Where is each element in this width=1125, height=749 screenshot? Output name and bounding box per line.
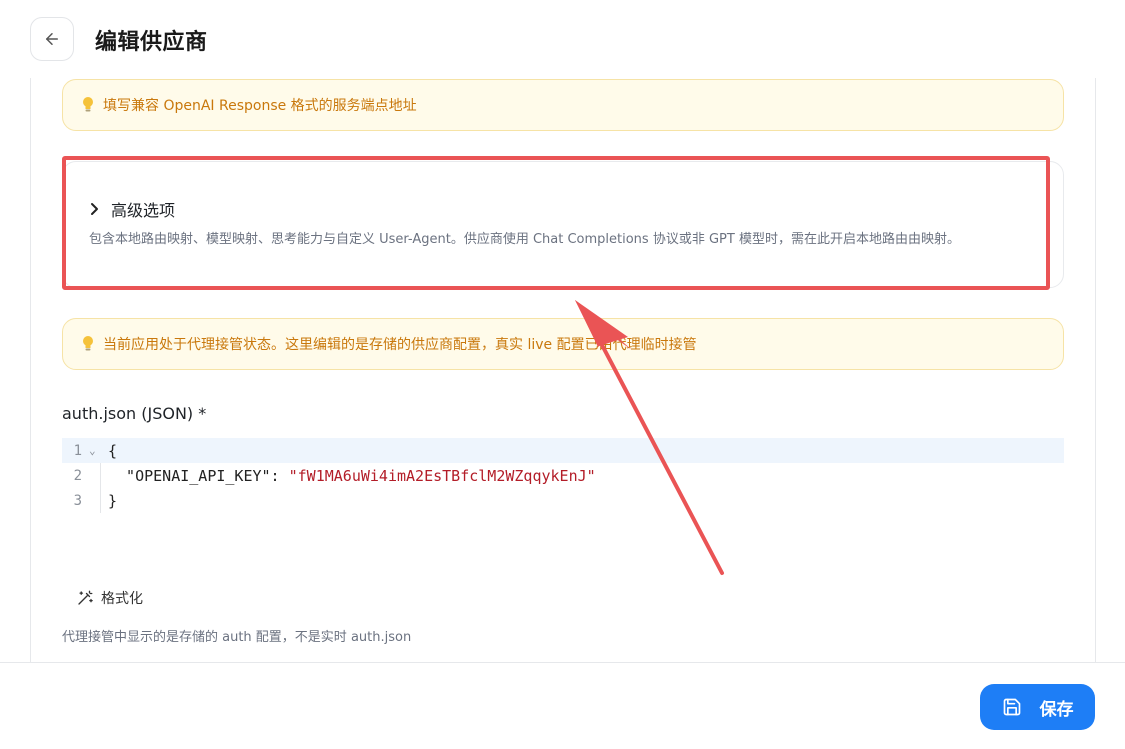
- footer-bar: 保存: [0, 662, 1125, 749]
- endpoint-hint-notice: 填写兼容 OpenAI Response 格式的服务端点地址: [62, 79, 1064, 131]
- line-number: 3: [73, 492, 82, 509]
- proxy-status-text: 当前应用处于代理接管状态。这里编辑的是存储的供应商配置，真实 live 配置已由…: [103, 337, 697, 353]
- line-number: 1 ⌄: [73, 442, 96, 459]
- auth-json-label: auth.json (JSON) *: [62, 404, 207, 423]
- code-line[interactable]: 1 ⌄ {: [62, 438, 1064, 463]
- arrow-left-icon: [46, 33, 58, 45]
- advanced-options-title: 高级选项: [111, 201, 176, 220]
- back-button[interactable]: [30, 17, 74, 61]
- advanced-options-description: 包含本地路由映射、模型映射、思考能力与自定义 User-Agent。供应商使用 …: [89, 232, 960, 247]
- floppy-disk-icon: [1003, 698, 1020, 716]
- format-button-label: 格式化: [101, 591, 143, 607]
- code-text: "OPENAI_API_KEY": "fW1MA6uWi4imA2EsTBfcl…: [102, 467, 596, 485]
- code-text: {: [108, 441, 118, 460]
- advanced-options-panel[interactable]: 高级选项 包含本地路由映射、模型映射、思考能力与自定义 User-Agent。供…: [62, 161, 1064, 288]
- line-number: 2: [73, 467, 82, 484]
- code-text: }: [108, 491, 118, 510]
- save-button-label: 保存: [1039, 699, 1074, 720]
- format-button[interactable]: 格式化: [76, 588, 143, 608]
- page-header: 编辑供应商: [0, 0, 1125, 78]
- endpoint-hint-text: 填写兼容 OpenAI Response 格式的服务端点地址: [103, 98, 417, 114]
- advanced-options-toggle[interactable]: 高级选项: [89, 197, 175, 221]
- lightbulb-icon: [83, 336, 93, 351]
- lightbulb-icon: [83, 97, 93, 112]
- page-title: 编辑供应商: [95, 30, 208, 55]
- json-key: "OPENAI_API_KEY":: [108, 466, 289, 485]
- fold-chevron-icon[interactable]: ⌄: [89, 444, 96, 457]
- auth-json-editor[interactable]: 1 ⌄ { 2 "OPENAI_API_KEY": "fW1MA6uWi4imA…: [62, 438, 1064, 518]
- json-string-value: "fW1MA6uWi4imA2EsTBfclM2WZqqykEnJ": [288, 466, 596, 485]
- proxy-status-notice: 当前应用处于代理接管状态。这里编辑的是存储的供应商配置，真实 live 配置已由…: [62, 318, 1064, 370]
- magic-wand-icon: [78, 590, 93, 605]
- code-line[interactable]: 3 }: [62, 488, 1064, 513]
- form-content[interactable]: 填写兼容 OpenAI Response 格式的服务端点地址 高级选项 包含本地…: [30, 78, 1096, 663]
- code-line[interactable]: 2 "OPENAI_API_KEY": "fW1MA6uWi4imA2EsTBf…: [62, 463, 1064, 488]
- chevron-right-icon: [91, 203, 98, 215]
- save-button[interactable]: 保存: [980, 684, 1095, 730]
- proxy-auth-hint: 代理接管中显示的是存储的 auth 配置，不是实时 auth.json: [62, 630, 412, 645]
